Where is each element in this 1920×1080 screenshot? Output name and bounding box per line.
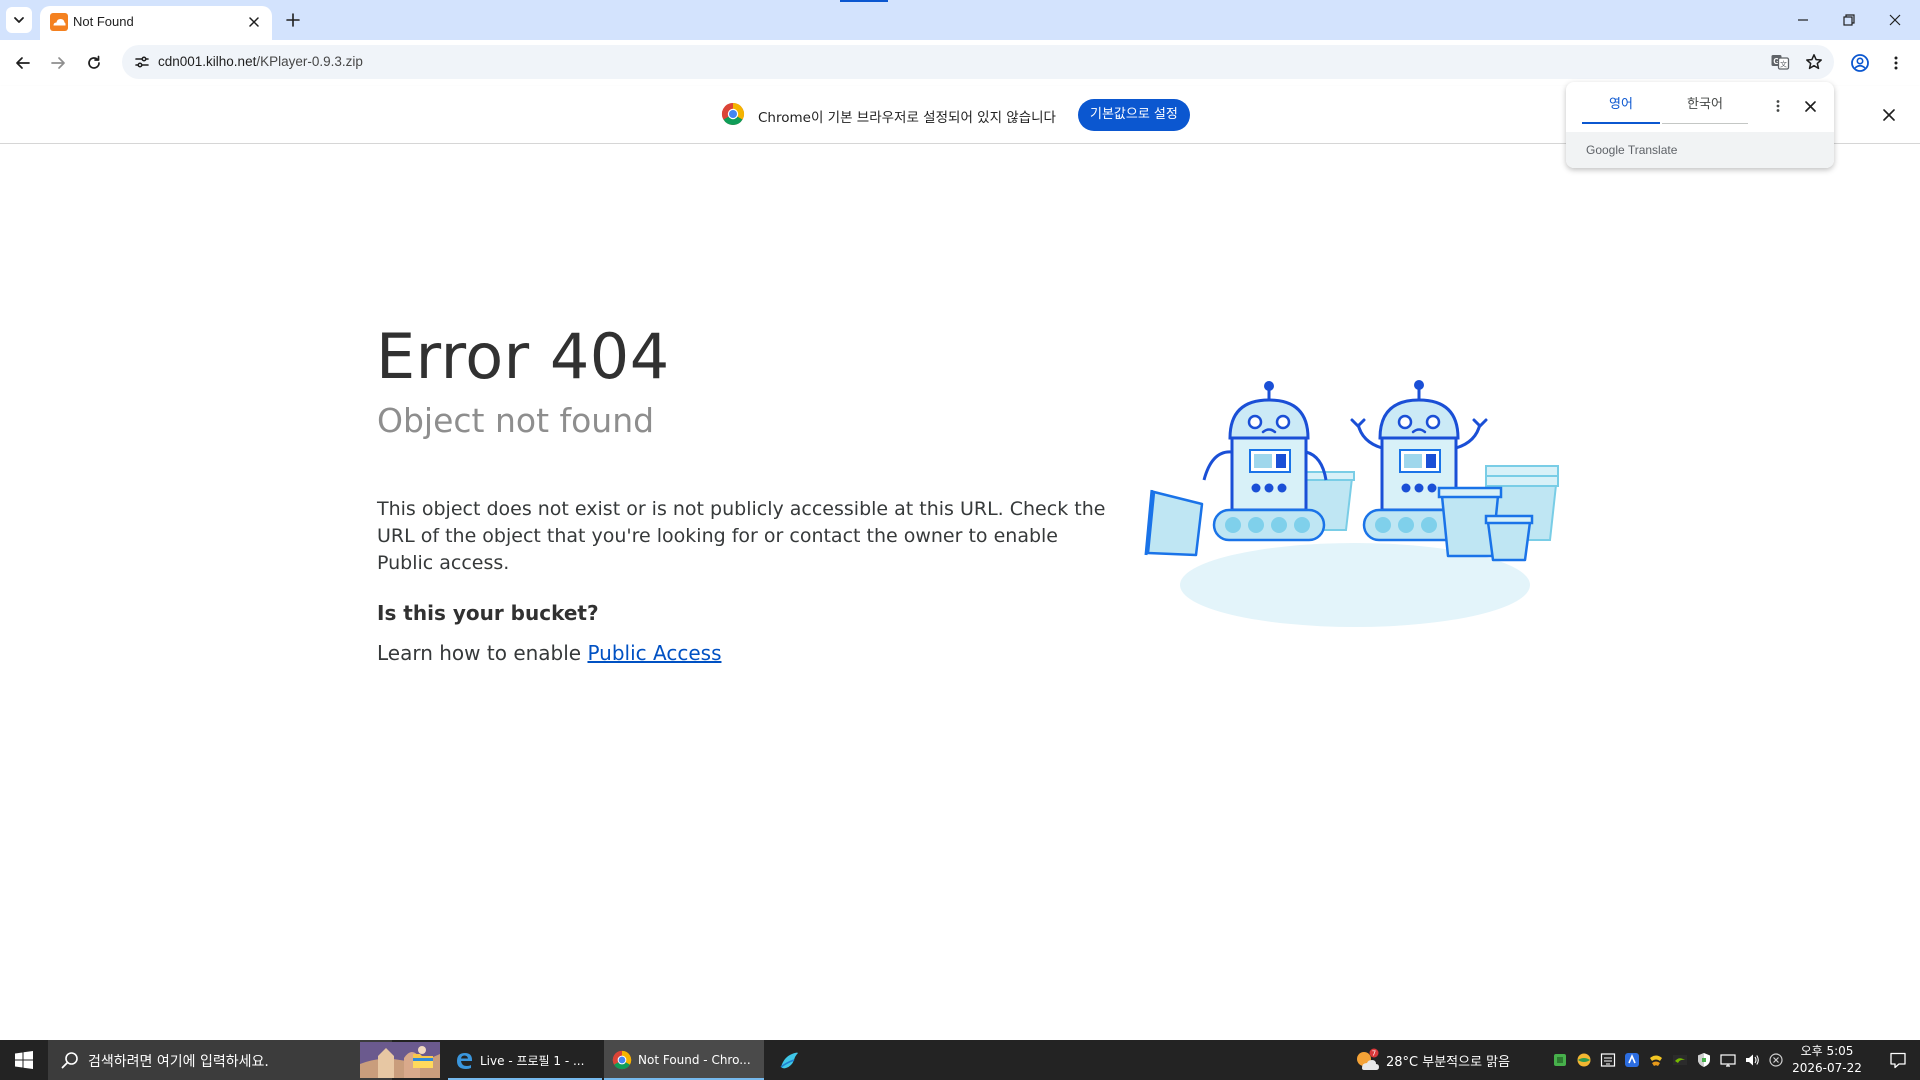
google-wordmark: Google [1586, 143, 1625, 157]
translate-bubble: 영어 한국어 Google Translate [1566, 82, 1834, 168]
new-tab-button[interactable] [280, 7, 306, 33]
tab-strip: Not Found [0, 0, 1920, 40]
taskbar-app-edge-legacy[interactable]: Live - 프로필 1 - ... [448, 1040, 602, 1080]
reload-button[interactable] [80, 49, 108, 77]
address-bar[interactable]: cdn001.kilho.net/KPlayer-0.9.3.zip G 文 [122, 45, 1834, 79]
taskbar-app-chrome[interactable]: Not Found - Chro... [604, 1040, 764, 1080]
network-icon[interactable] [1720, 1052, 1736, 1068]
tab-active[interactable]: Not Found [40, 6, 272, 40]
more-vertical-icon [1776, 100, 1780, 112]
translate-source-tab[interactable]: 영어 [1582, 94, 1660, 124]
svg-text:文: 文 [1780, 60, 1787, 69]
taskbar: 검색하려면 여기에 입력하세요. Live - 프로필 1 - ... Not … [0, 1040, 1920, 1080]
close-icon [1804, 100, 1816, 112]
restore-icon [1843, 14, 1855, 26]
start-button[interactable] [0, 1040, 48, 1080]
plus-icon [286, 13, 300, 27]
tray-app-orb-icon[interactable] [1576, 1052, 1592, 1068]
more-vertical-icon [1894, 56, 1898, 70]
set-default-button[interactable]: 기본값으로 설정 [1078, 99, 1190, 131]
windows-logo-icon [15, 1051, 33, 1069]
minimize-icon [1798, 19, 1808, 21]
translate-target-tab[interactable]: 한국어 [1662, 94, 1748, 124]
back-button[interactable] [9, 49, 37, 77]
search-icon [61, 1052, 78, 1069]
weather-badge: 7 [1372, 1050, 1376, 1058]
url-text: cdn001.kilho.net/KPlayer-0.9.3.zip [158, 54, 363, 69]
tray-nvidia-icon[interactable] [1672, 1052, 1688, 1068]
taskbar-search-box[interactable]: 검색하려면 여기에 입력하세요. [48, 1040, 440, 1080]
profile-button[interactable] [1846, 49, 1874, 77]
cloudflare-favicon-icon [50, 13, 68, 31]
translate-page-button[interactable]: G 文 [1768, 50, 1792, 74]
translate-wordmark: Translate [1627, 143, 1678, 157]
weather-text: 28°C 부분적으로 맑음 [1386, 1054, 1511, 1070]
bucket-heading: Is this your bucket? [377, 601, 599, 625]
translate-footer: Google Translate [1566, 132, 1834, 168]
translate-options-button[interactable] [1766, 94, 1790, 118]
error-description: This object does not exist or is not pub… [377, 498, 1106, 574]
close-icon [249, 17, 259, 27]
toolbar: cdn001.kilho.net/KPlayer-0.9.3.zip G 文 [0, 40, 1920, 86]
tab-title: Not Found [73, 14, 134, 29]
action-center-button[interactable] [1876, 1040, 1920, 1080]
bird-app-icon [780, 1052, 798, 1069]
arrow-left-icon [16, 57, 30, 69]
taskbar-app-label: Live - 프로필 1 - ... [480, 1053, 585, 1068]
infobar-message: Chrome이 기본 브라우저로 설정되어 있지 않습니다 [758, 110, 1056, 126]
learn-prefix: Learn how to enable [377, 641, 588, 665]
url-path: /KPlayer-0.9.3.zip [256, 54, 363, 69]
close-icon [1883, 109, 1895, 121]
tray-app-yellow-icon[interactable] [1648, 1052, 1664, 1068]
system-clock[interactable]: 오후 5:05 2026-07-22 [1780, 1043, 1874, 1077]
chrome-icon [612, 1050, 632, 1070]
arrow-right-icon [51, 57, 65, 69]
reload-icon [88, 55, 100, 69]
tab-close-button[interactable] [244, 12, 264, 32]
clock-time: 오후 5:05 [1800, 1044, 1854, 1058]
tray-app-blue-icon[interactable] [1624, 1052, 1640, 1068]
edge-legacy-icon [457, 1053, 472, 1069]
chevron-down-icon [14, 17, 24, 23]
error-subtitle: Object not found [377, 401, 655, 440]
learn-line: Learn how to enable Public Access [377, 641, 721, 665]
taskbar-app-file-explorer[interactable] [400, 1040, 446, 1080]
account-icon [1851, 54, 1869, 72]
translate-icon: G 文 [1771, 55, 1790, 70]
volume-icon[interactable] [1744, 1052, 1760, 1068]
tune-icon [135, 56, 149, 68]
clock-date: 2026-07-22 [1792, 1061, 1862, 1075]
translate-close-button[interactable] [1798, 94, 1822, 118]
tray-security-icon[interactable] [1696, 1052, 1712, 1068]
search-placeholder: 검색하려면 여기에 입력하세요. [88, 1054, 269, 1070]
google-translate-brand: Google Translate [1586, 143, 1677, 157]
window-close-button[interactable] [1872, 0, 1918, 40]
public-access-link[interactable]: Public Access [587, 641, 721, 665]
site-info-button[interactable] [130, 50, 154, 74]
forward-button[interactable] [44, 49, 72, 77]
error-title: Error 404 [376, 320, 670, 393]
page-content: Error 404 Object not found This object d… [0, 144, 1920, 1040]
tab-search-button[interactable] [6, 7, 32, 33]
chrome-menu-button[interactable] [1882, 49, 1910, 77]
file-explorer-icon [413, 1054, 433, 1068]
url-host: cdn001.kilho.net [158, 54, 257, 69]
taskbar-app-bird[interactable] [766, 1040, 812, 1080]
notification-icon [1890, 1052, 1906, 1069]
star-icon [1806, 54, 1822, 70]
bookmark-star-button[interactable] [1802, 50, 1826, 74]
tabstrip-accent-line [840, 0, 888, 2]
tray-ime-icon[interactable] [1600, 1052, 1616, 1068]
browser-window: Not Found cdn001.kilho.net/KPlayer-0.9.3… [0, 0, 1920, 1080]
robots-illustration [1144, 380, 1559, 627]
infobar-close-button[interactable] [1878, 104, 1900, 126]
tray-app-green-icon[interactable] [1552, 1052, 1568, 1068]
weather-widget[interactable]: 7 28°C 부분적으로 맑음 [1354, 1040, 1510, 1080]
minimize-button[interactable] [1780, 0, 1826, 40]
weather-partly-sunny-icon: 7 [1357, 1048, 1379, 1070]
taskbar-app-label: Not Found - Chro... [638, 1053, 751, 1067]
close-icon [1889, 14, 1901, 26]
restore-button[interactable] [1826, 0, 1872, 40]
chrome-logo-icon [721, 103, 745, 126]
